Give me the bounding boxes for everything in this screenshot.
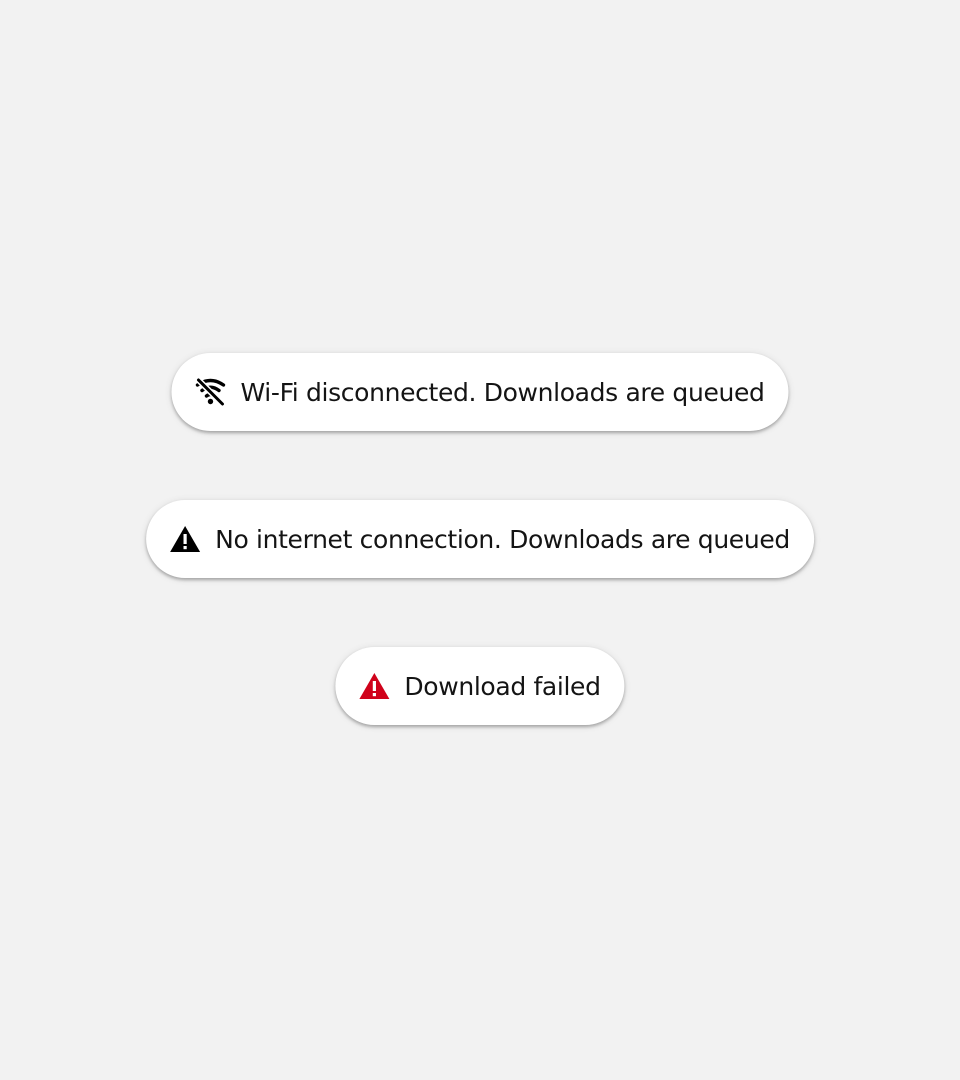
download-failed-toast: Download failed bbox=[335, 647, 625, 725]
warning-icon bbox=[168, 522, 202, 556]
toast-message: No internet connection. Downloads are qu… bbox=[215, 524, 790, 554]
wifi-disconnected-toast: Wi-Fi disconnected. Downloads are queued bbox=[171, 353, 789, 431]
toast-message: Wi-Fi disconnected. Downloads are queued bbox=[240, 377, 765, 407]
no-internet-toast: No internet connection. Downloads are qu… bbox=[146, 500, 814, 578]
wifi-off-icon bbox=[193, 375, 227, 409]
toast-message: Download failed bbox=[404, 671, 601, 701]
warning-icon bbox=[357, 669, 391, 703]
